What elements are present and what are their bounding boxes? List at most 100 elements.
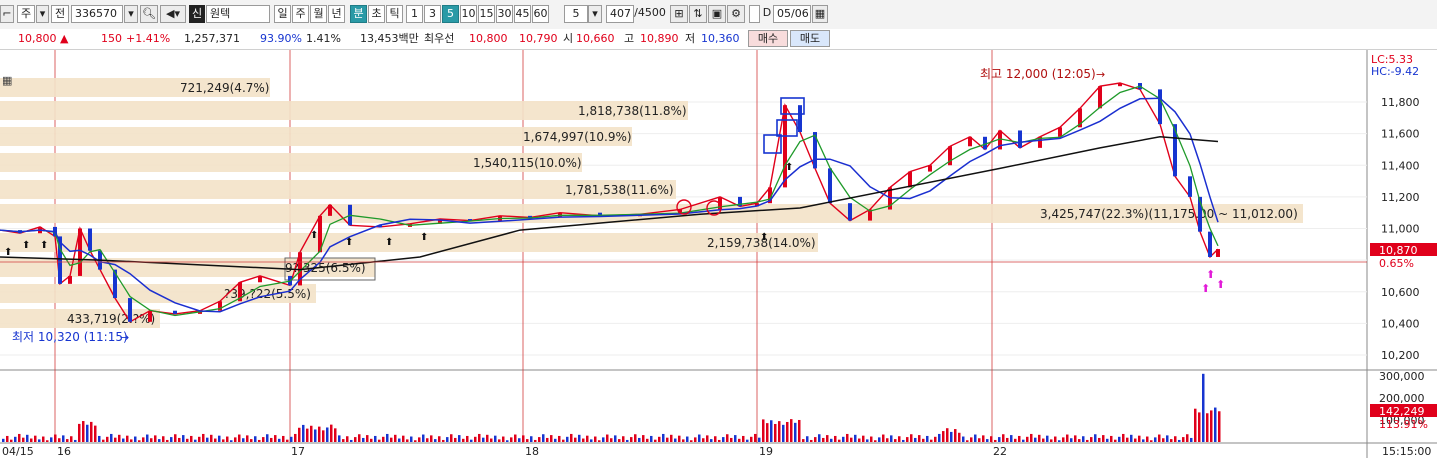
prev-button[interactable]: 전 — [51, 5, 69, 23]
period-button-12[interactable]: 30 — [496, 5, 513, 23]
signal-arrow: ⬆ — [420, 232, 428, 243]
volume-bar — [406, 439, 409, 442]
period-button-8[interactable]: 3 — [424, 5, 441, 23]
volume-bar — [554, 438, 557, 442]
settings-icon[interactable]: ⚙ — [727, 5, 745, 23]
up-arrow-icon: ▲ — [60, 32, 69, 45]
volume-bar — [946, 428, 949, 442]
volume-bar — [930, 439, 933, 442]
volume-bar — [842, 436, 845, 442]
interval-select[interactable]: 5 — [564, 5, 588, 23]
volume-bar — [730, 437, 733, 442]
volume-bar — [1038, 434, 1041, 442]
volume-bar — [62, 435, 65, 442]
volume-bar — [606, 434, 609, 442]
period-button-14[interactable]: 60 — [532, 5, 549, 23]
volume-bar — [514, 434, 517, 442]
volume-bar — [1078, 439, 1081, 442]
volume-bar — [322, 430, 325, 442]
code-dropdown-icon[interactable]: ▾ — [124, 5, 138, 23]
volume-bar — [566, 436, 569, 442]
volume-bar — [430, 435, 433, 442]
volume-bar — [618, 439, 621, 442]
volume-bar — [302, 424, 305, 442]
volume-bar — [38, 439, 41, 442]
candle — [78, 228, 82, 276]
volume-bar — [1170, 439, 1173, 442]
volume-bar — [546, 437, 549, 442]
volume-bar — [378, 439, 381, 442]
volume-bar — [402, 435, 405, 442]
volume-bar — [374, 435, 377, 442]
volume-bar — [50, 437, 53, 442]
dropdown-icon[interactable]: ▾ — [36, 5, 49, 23]
volume-bar — [510, 437, 513, 442]
volume-bar — [1146, 436, 1149, 442]
volume-bar — [1202, 373, 1205, 442]
volume-bar — [914, 437, 917, 442]
volume-bar — [134, 436, 137, 442]
period-button-13[interactable]: 45 — [514, 5, 531, 23]
period-button-10[interactable]: 10 — [460, 5, 477, 23]
interval-dropdown-icon[interactable]: ▾ — [588, 5, 602, 23]
volume-bar — [310, 425, 313, 442]
period-button-6[interactable]: 틱 — [386, 5, 403, 23]
search-icon[interactable]: 🔍︎ — [140, 5, 158, 23]
volume-bar — [1082, 436, 1085, 442]
menu-icon[interactable]: ⌐ — [0, 5, 14, 23]
date-checkbox[interactable] — [749, 5, 760, 23]
volume-bar — [394, 434, 397, 442]
volume-bar — [74, 439, 77, 442]
volume-bar — [786, 421, 789, 442]
candle — [1188, 176, 1192, 197]
period-button-3[interactable]: 년 — [328, 5, 345, 23]
volume-bar — [702, 438, 705, 442]
volume-bar — [150, 438, 153, 442]
stock-type-select[interactable]: 주 — [17, 5, 35, 23]
volume-bar — [442, 439, 445, 442]
volume-bar — [234, 437, 237, 442]
volume-bar — [878, 437, 881, 442]
chart-type-icon[interactable]: ⊞ — [670, 5, 688, 23]
volume-bar — [1034, 437, 1037, 442]
volume-bar — [486, 434, 489, 442]
period-button-2[interactable]: 월 — [310, 5, 327, 23]
volume-bar — [962, 436, 965, 442]
period-button-9[interactable]: 5 — [442, 5, 459, 23]
volume-bar — [498, 439, 501, 442]
period-button-0[interactable]: 일 — [274, 5, 291, 23]
volume-bar — [186, 438, 189, 442]
save-icon[interactable]: ▣ — [708, 5, 726, 23]
volume-bar — [802, 439, 805, 442]
price-chart[interactable]: 721,249(4.7%) 1,818,738(11.8%) 1,674,997(1… — [0, 50, 1437, 458]
period-button-7[interactable]: 1 — [406, 5, 423, 23]
stock-code-input[interactable]: 336570 — [71, 5, 123, 23]
period-button-11[interactable]: 15 — [478, 5, 495, 23]
stock-name-field[interactable]: 원텍 — [206, 5, 270, 23]
volume-bar — [982, 435, 985, 442]
volume-bar — [206, 437, 209, 442]
volume-bar — [290, 436, 293, 442]
date-input[interactable]: 05/06 — [773, 5, 811, 23]
volume-bar — [1022, 439, 1025, 442]
period-button-4[interactable]: 분 — [350, 5, 367, 23]
buy-button[interactable]: 매수 — [748, 30, 788, 47]
volume-profile-label: 721,249(4.7%) — [180, 81, 269, 95]
chart-area[interactable]: 721,249(4.7%) 1,818,738(11.8%) 1,674,997(1… — [0, 50, 1437, 458]
period-button-1[interactable]: 주 — [292, 5, 309, 23]
price-tick-label: 10,400 — [1381, 317, 1420, 330]
volume-bar — [122, 438, 125, 442]
chart-compare-icon[interactable]: ⇅ — [689, 5, 707, 23]
candle — [88, 228, 92, 251]
volume-bar — [1102, 435, 1105, 442]
volume-bar — [862, 435, 865, 442]
sell-button[interactable]: 매도 — [790, 30, 830, 47]
sound-icon[interactable]: ◀▾ — [160, 5, 186, 23]
volume-bar — [710, 439, 713, 442]
count-input[interactable]: 407 — [606, 5, 634, 23]
volume-bar — [502, 436, 505, 442]
volume-bar — [602, 437, 605, 442]
calendar-icon[interactable]: ▦ — [812, 5, 828, 23]
volume-bar — [282, 435, 285, 442]
period-button-5[interactable]: 초 — [368, 5, 385, 23]
